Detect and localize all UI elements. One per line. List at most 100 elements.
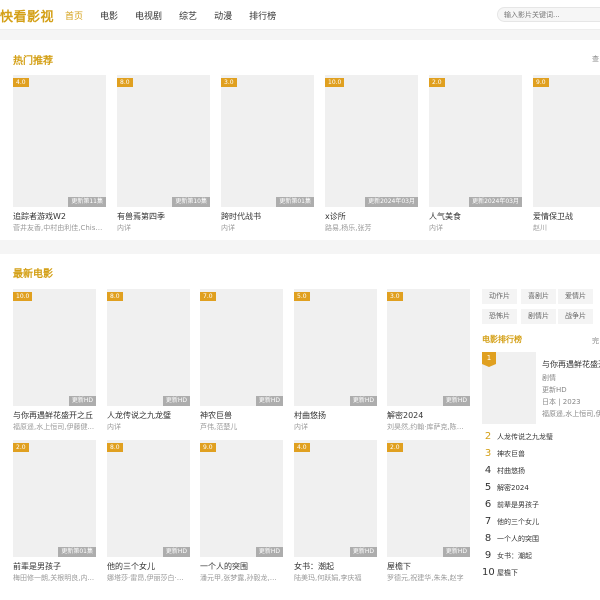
poster-image[interactable]: 4.0 更新第11集 [13, 75, 106, 207]
card-cast: 内详 [429, 224, 443, 232]
poster-image[interactable]: 3.0 更新第01集 [221, 75, 314, 207]
card-cast: 芦伟,范楚儿 [200, 423, 238, 431]
ranking-item[interactable]: 10 屋檐下 [482, 566, 600, 580]
rank-title[interactable]: 一个人的突围 [497, 534, 539, 544]
site-logo[interactable]: 快看影视 [0, 6, 54, 25]
score-badge: 8.0 [107, 292, 123, 301]
rank-title[interactable]: 人龙传说之九龙璧 [497, 432, 553, 442]
card-title[interactable]: 人气美食 [429, 211, 522, 222]
rank-title[interactable]: 屋檐下 [497, 568, 518, 578]
hot-section-title: 热门推荐 [13, 56, 53, 67]
genre-tag[interactable]: 战争片 [558, 309, 593, 324]
card-title[interactable]: 人龙传说之九龙璧 [107, 410, 190, 421]
card-cast: 陆美玛,何跃娟,李庆福 [294, 574, 362, 582]
update-label: 更新HD [442, 396, 470, 406]
movie-card[interactable]: 10.0 更新2024年03月 x诊所 路易,杨乐,张芳 [325, 75, 418, 243]
poster-image[interactable]: 5.0 更新HD [294, 289, 377, 406]
movie-card[interactable]: 3.0 更新HD 解密2024 刘昊然,约翰·库萨克,陈道... [387, 289, 470, 442]
nav-item-variety[interactable]: 综艺 [179, 9, 197, 22]
movie-card[interactable]: 2.0 更新HD 屋檐下 罗德元,祝建华,朱朱,赵字 [387, 440, 470, 593]
ranking-top-title[interactable]: 与你再遇鲜花盛开 [542, 359, 600, 370]
ranking-top-badge: 1 [482, 352, 496, 367]
nav-item-tv[interactable]: 电视剧 [135, 9, 162, 22]
rank-title[interactable]: 他的三个女儿 [497, 517, 539, 527]
nav-item-home[interactable]: 首页 [65, 9, 83, 22]
genre-tag[interactable]: 恐怖片 [482, 309, 517, 324]
update-label: 更新HD [162, 396, 190, 406]
movie-card[interactable]: 2.0 更新第01集前辈是男孩子 梅田修一朗,关根明良,内... [13, 440, 96, 593]
ranking-item[interactable]: 2 人龙传说之九龙璧 [482, 430, 600, 444]
hot-more-link[interactable]: 查 [592, 54, 599, 64]
movie-card[interactable]: 2.0 更新2024年03月人气美食内详 [429, 75, 522, 243]
ranking-item[interactable]: 7 他的三个女儿 [482, 515, 600, 529]
movie-card[interactable]: 4.0 更新第11集 追踪者游戏W2 菅井友香,中村由利佳,Chiso,... [13, 75, 106, 243]
ranking-top-meta: 日本 | 2023 [542, 398, 581, 406]
poster-image[interactable]: 8.0 更新HD [107, 289, 190, 406]
card-title[interactable]: 屋檐下 [387, 561, 470, 572]
movie-card[interactable]: 10.0 更新HD 与你再遇鲜花盛开之丘 福原遥,水上恒司,伊藤健... [13, 289, 96, 442]
ranking-item[interactable]: 9 女书：潮起 [482, 549, 600, 563]
score-badge: 9.0 [533, 78, 549, 87]
card-cast: 内详 [221, 224, 235, 232]
ranking-item[interactable]: 5 解密2024 [482, 481, 600, 495]
nav-item-ranking[interactable]: 排行榜 [249, 9, 276, 22]
poster-image[interactable]: 9.0 更新HD [200, 440, 283, 557]
card-title[interactable]: 与你再遇鲜花盛开之丘 [13, 410, 96, 421]
genre-tag[interactable]: 剧情片 [521, 309, 556, 324]
poster-image[interactable]: 2.0 更新第01集 [13, 440, 96, 557]
movie-card[interactable]: 9.0 更新HD 一个人的突围 潘元甲,张梦露,孙毅龙,胡... [200, 440, 283, 593]
poster-image[interactable]: 7.0 更新HD [200, 289, 283, 406]
score-badge: 2.0 [429, 78, 445, 87]
movie-card[interactable]: 8.0 更新第10集 有兽焉第四季 内详 [117, 75, 210, 243]
genre-tag[interactable]: 喜剧片 [521, 289, 556, 304]
ranking-item[interactable]: 8 一个人的突围 [482, 532, 600, 546]
card-title[interactable]: 前辈是男孩子 [13, 561, 96, 572]
card-cast: 梅田修一朗,关根明良,内... [13, 574, 95, 582]
rank-title[interactable]: 解密2024 [497, 483, 529, 493]
movie-card[interactable]: 7.0 更新HD 神农巨兽芦伟,范楚儿 [200, 289, 283, 442]
ranking-item[interactable]: 4 村曲悠扬 [482, 464, 600, 478]
movie-card[interactable]: 5.0 更新HD 村曲悠扬 内详 [294, 289, 377, 442]
card-title[interactable]: 爱情保卫战 [533, 211, 600, 222]
poster-image[interactable]: 2.0 更新2024年03月 [429, 75, 522, 207]
poster-image[interactable]: 4.0 更新HD [294, 440, 377, 557]
card-title[interactable]: 追踪者游戏W2 [13, 211, 106, 222]
poster-image[interactable]: 9.0更新 [533, 75, 600, 207]
poster-image[interactable]: 8.0 更新HD [107, 440, 190, 557]
poster-image[interactable]: 10.0 更新HD [13, 289, 96, 406]
poster-image[interactable]: 3.0 更新HD [387, 289, 470, 406]
rank-title[interactable]: 神农巨兽 [497, 449, 525, 459]
card-title[interactable]: 有兽焉第四季 [117, 211, 210, 222]
update-label: 更新2024年03月 [469, 197, 522, 207]
rank-title[interactable]: 女书：潮起 [497, 551, 532, 561]
rank-title[interactable]: 前辈是男孩子 [497, 500, 539, 510]
ranking-item[interactable]: 6 前辈是男孩子 [482, 498, 600, 512]
poster-image[interactable]: 10.0 更新2024年03月 [325, 75, 418, 207]
rank-number: 9 [484, 550, 492, 561]
card-title[interactable]: 他的三个女儿 [107, 561, 190, 572]
card-title[interactable]: 神农巨兽 [200, 410, 283, 421]
ranking-more-link[interactable]: 完 [592, 336, 599, 346]
genre-tag[interactable]: 爱情片 [558, 289, 593, 304]
card-title[interactable]: 村曲悠扬 [294, 410, 377, 421]
movie-card[interactable]: 3.0 更新第01集跨时代战书内详 [221, 75, 314, 243]
card-title[interactable]: x诊所 [325, 211, 418, 222]
card-title[interactable]: 一个人的突围 [200, 561, 283, 572]
nav-item-movies[interactable]: 电影 [100, 9, 118, 22]
poster-image[interactable]: 2.0 更新HD [387, 440, 470, 557]
movie-card[interactable]: 9.0更新爱情保卫战赵川 [533, 75, 600, 243]
rank-number: 6 [484, 499, 492, 510]
card-title[interactable]: 解密2024 [387, 410, 470, 421]
poster-image[interactable]: 8.0 更新第10集 [117, 75, 210, 207]
search-input[interactable] [497, 7, 600, 22]
ranking-top-poster[interactable]: 1 [482, 352, 536, 424]
movie-card[interactable]: 8.0 更新HD 人龙传说之九龙璧 内详 [107, 289, 190, 442]
ranking-item[interactable]: 3 神农巨兽 [482, 447, 600, 461]
movie-card[interactable]: 8.0 更新HD 他的三个女儿 娜塔莎·雷昂,伊丽莎白·奥... [107, 440, 190, 593]
nav-item-anime[interactable]: 动漫 [214, 9, 232, 22]
card-title[interactable]: 女书：潮起 [294, 561, 377, 572]
movie-card[interactable]: 4.0 更新HD 女书：潮起陆美玛,何跃娟,李庆福 [294, 440, 377, 593]
card-title[interactable]: 跨时代战书 [221, 211, 314, 222]
rank-title[interactable]: 村曲悠扬 [497, 466, 525, 476]
genre-tag[interactable]: 动作片 [482, 289, 517, 304]
